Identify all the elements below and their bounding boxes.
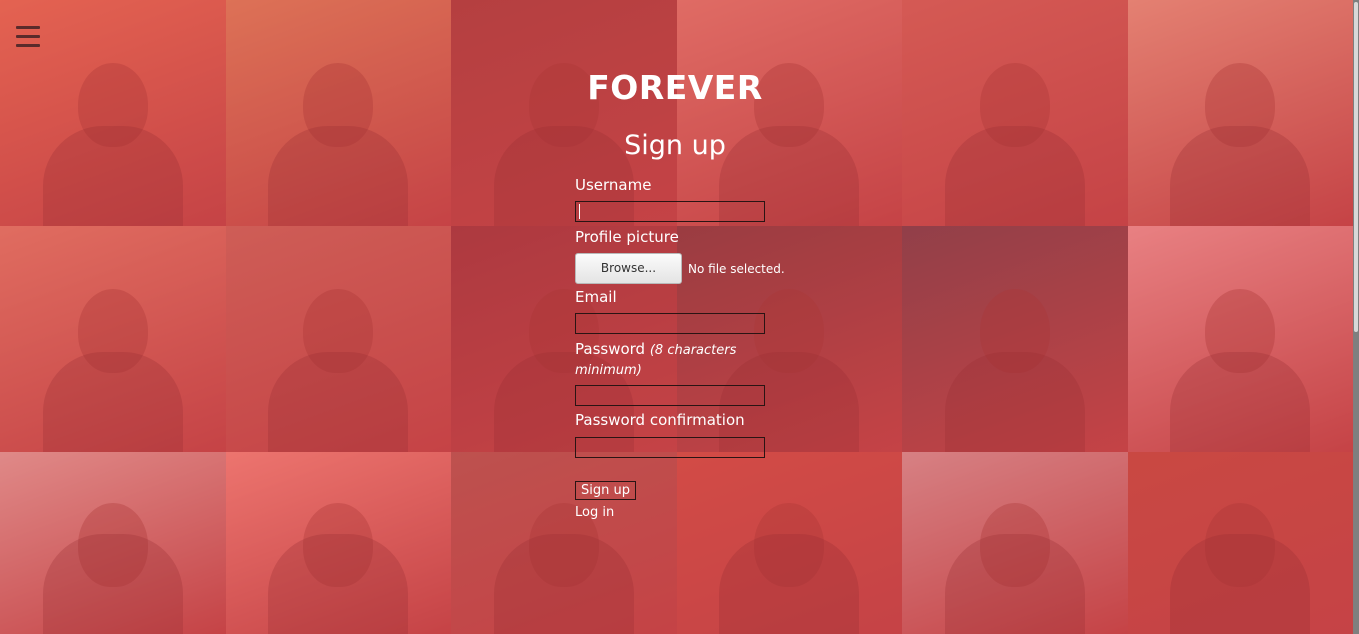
brand-title: FOREVER (587, 68, 763, 107)
email-field[interactable] (575, 313, 765, 334)
password-confirmation-field[interactable] (575, 437, 765, 458)
email-label: Email (575, 288, 617, 306)
hamburger-menu-icon[interactable] (16, 26, 40, 48)
text-cursor (579, 204, 580, 219)
password-confirmation-label: Password confirmation (575, 411, 745, 429)
profile-picture-label: Profile picture (575, 228, 679, 246)
sign-up-button[interactable]: Sign up (575, 481, 636, 500)
file-status-text: No file selected. (688, 261, 785, 276)
scrollbar-thumb[interactable] (1354, 2, 1358, 332)
password-label: Password (8 characters minimum) (575, 340, 775, 380)
page-scrollbar[interactable] (1353, 0, 1359, 634)
password-field[interactable] (575, 385, 765, 406)
username-label: Username (575, 176, 652, 194)
password-label-text: Password (575, 340, 646, 358)
browse-button[interactable]: Browse... (575, 253, 682, 284)
profile-picture-input[interactable]: Browse... No file selected. (575, 253, 785, 284)
page-title: Sign up (624, 130, 726, 161)
log-in-link[interactable]: Log in (575, 505, 614, 520)
username-field[interactable] (575, 201, 765, 222)
